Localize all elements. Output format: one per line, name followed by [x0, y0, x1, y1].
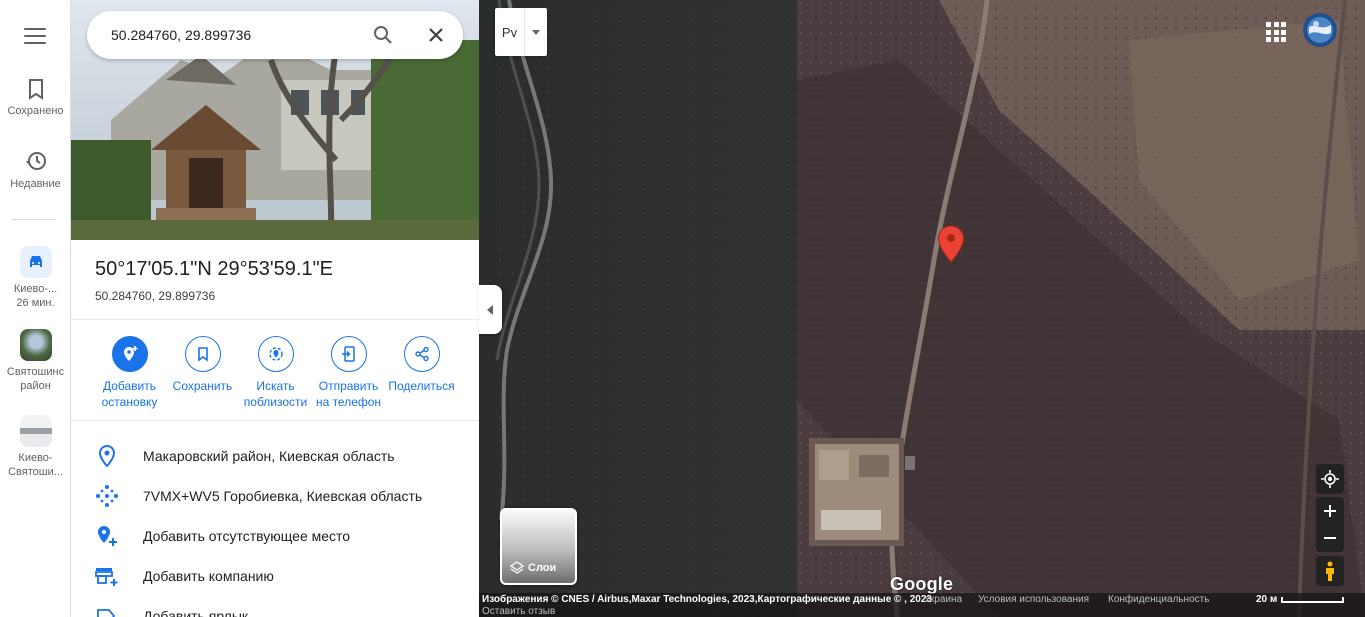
- street-view-pegman[interactable]: [1316, 556, 1344, 586]
- country-link[interactable]: Украина: [924, 594, 962, 605]
- place-coordinates: 50.284760, 29.899736: [95, 289, 216, 303]
- send-to-phone-button[interactable]: Отправить на телефон: [312, 336, 385, 410]
- nearby-label: Искать: [256, 379, 295, 393]
- scale-label: 20 м: [1256, 594, 1278, 605]
- menu-line: [24, 35, 46, 37]
- avatar[interactable]: [1303, 13, 1337, 47]
- my-location-icon: [1321, 470, 1339, 488]
- recent-sublabel: район: [20, 380, 51, 392]
- car-icon: [19, 246, 52, 278]
- recent-item[interactable]: Киево- Святоши...: [0, 415, 71, 479]
- layers-button[interactable]: Слои: [500, 508, 577, 585]
- recent-sublabel: 26 мин.: [16, 297, 55, 309]
- rail-divider: [12, 219, 56, 220]
- apps-grid-button[interactable]: [1264, 20, 1286, 42]
- recent-item[interactable]: Киево-... 26 мин.: [0, 246, 71, 310]
- collapse-panel-button[interactable]: [479, 285, 502, 334]
- left-rail: Сохранено Недавние Киево-... 26 мин. Свя…: [0, 0, 71, 617]
- layers-text: Слои: [528, 562, 557, 574]
- location-pin-marker[interactable]: [937, 225, 965, 263]
- search-box: [87, 11, 463, 59]
- language-dropdown[interactable]: [525, 8, 546, 56]
- search-input[interactable]: [111, 27, 361, 43]
- add-stop-icon: [111, 336, 148, 372]
- zoom-control: [1316, 497, 1344, 552]
- scale-bar[interactable]: 20 м: [1256, 594, 1345, 605]
- divider: [71, 319, 479, 320]
- recent-label: Киево-...: [13, 283, 58, 295]
- recent-label: Святошинс: [6, 366, 65, 378]
- address-text: Макаровский район, Киевская область: [143, 448, 395, 464]
- location-pin-icon: [95, 444, 119, 468]
- satellite-map[interactable]: [479, 0, 1365, 617]
- action-bar: Добавить остановку Сохранить Искать побл…: [93, 336, 463, 410]
- plus-code-icon: [95, 484, 119, 508]
- chevron-down-icon: [531, 29, 540, 35]
- add-label-icon: [95, 604, 119, 617]
- place-title: 50°17'05.1"N 29°53'59.1"E: [95, 258, 334, 280]
- send-to-phone-label-2: на телефон: [315, 395, 382, 409]
- menu-line: [24, 42, 46, 44]
- share-icon: [403, 336, 440, 372]
- layers-icon: [510, 561, 524, 574]
- menu-line: [24, 28, 46, 30]
- divider: [71, 420, 479, 421]
- scale-bar-line: [1281, 596, 1345, 603]
- add-stop-button[interactable]: Добавить остановку: [93, 336, 166, 410]
- privacy-link[interactable]: Конфиденциальность: [1108, 594, 1209, 605]
- zoom-in-icon[interactable]: [1324, 504, 1336, 517]
- recent-sublabel: Святоши...: [8, 466, 63, 478]
- google-logo: Google: [890, 574, 954, 594]
- my-location-button[interactable]: [1316, 464, 1344, 494]
- send-to-phone-icon: [330, 336, 367, 372]
- add-label-text: Добавить ярлык: [143, 608, 249, 617]
- place-thumbnail: [19, 329, 52, 361]
- address-row[interactable]: Макаровский район, Киевская область: [71, 436, 479, 476]
- search-icon[interactable]: [371, 23, 395, 47]
- attribution-text-content: Изображения © CNES / Airbus,Maxar Techno…: [482, 594, 932, 605]
- attribution-text: Изображения © CNES / Airbus,Maxar Techno…: [482, 594, 932, 605]
- add-place-text: Добавить отсутствующее место: [143, 528, 351, 544]
- recent-item[interactable]: Святошинс район: [0, 329, 71, 393]
- rail-recent[interactable]: Недавние: [0, 149, 71, 191]
- language-selector: Pv: [495, 8, 547, 56]
- nearby-label-2: поблизости: [243, 395, 308, 409]
- place-thumbnail: [19, 415, 52, 447]
- place-panel: 50°17'05.1"N 29°53'59.1"E 50.284760, 29.…: [71, 0, 479, 617]
- rail-recent-label: Недавние: [10, 178, 61, 190]
- rail-saved[interactable]: Сохранено: [0, 78, 71, 118]
- add-label-row[interactable]: Добавить ярлык: [71, 596, 479, 617]
- history-icon: [25, 152, 46, 170]
- bookmark-icon: [28, 79, 43, 100]
- nearby-icon: [257, 336, 294, 372]
- add-place-row[interactable]: Добавить отсутствующее место: [71, 516, 479, 556]
- add-stop-label: Добавить: [102, 379, 157, 393]
- nearby-button[interactable]: Искать поблизости: [239, 336, 312, 410]
- zoom-out-icon[interactable]: [1324, 532, 1336, 544]
- recent-label: Киево-: [18, 452, 53, 464]
- send-to-phone-label: Отправить: [318, 379, 379, 393]
- add-place-icon: [95, 524, 119, 548]
- add-business-text: Добавить компанию: [143, 568, 274, 584]
- add-stop-label-2: остановку: [101, 395, 158, 409]
- save-label: Сохранить: [172, 379, 233, 393]
- language-button[interactable]: Pv: [495, 8, 525, 56]
- pegman-icon: [1326, 561, 1334, 581]
- add-business-row[interactable]: Добавить компанию: [71, 556, 479, 596]
- share-button[interactable]: Поделиться: [385, 336, 458, 410]
- terms-link[interactable]: Условия использования: [978, 594, 1089, 605]
- menu-button[interactable]: [22, 24, 48, 48]
- feedback-link[interactable]: Оставить отзыв: [482, 606, 555, 617]
- close-icon[interactable]: [424, 23, 448, 47]
- add-business-icon: [95, 564, 119, 588]
- chevron-left-icon: [486, 304, 493, 315]
- layers-label: Слои: [510, 561, 556, 575]
- share-label: Поделиться: [388, 379, 455, 393]
- place-photo[interactable]: [71, 0, 479, 240]
- save-button[interactable]: Сохранить: [166, 336, 239, 410]
- plus-code-row[interactable]: 7VMX+WV5 Горобиевка, Киевская область: [71, 476, 479, 516]
- bookmark-icon: [184, 336, 221, 372]
- plus-code-text: 7VMX+WV5 Горобиевка, Киевская область: [143, 488, 423, 504]
- rail-saved-label: Сохранено: [7, 105, 64, 117]
